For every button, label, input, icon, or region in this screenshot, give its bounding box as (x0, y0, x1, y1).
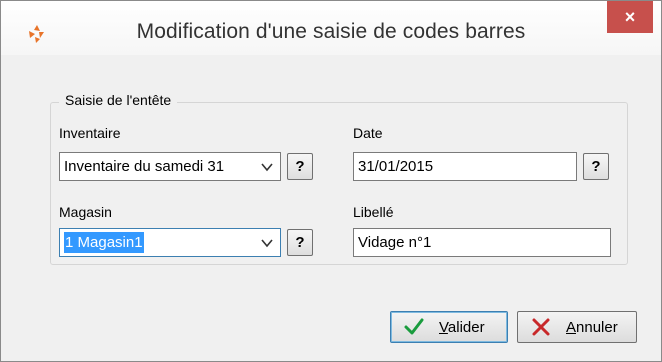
annuler-label: Annuler (566, 318, 618, 336)
groupbox-label: Saisie de l'entête (59, 92, 178, 108)
libelle-value: Vidage n°1 (358, 234, 432, 251)
close-button[interactable]: × (607, 1, 653, 33)
magasin-select[interactable]: 1 Magasin1 (59, 228, 281, 257)
inventaire-help-button[interactable]: ? (287, 153, 313, 180)
close-icon: × (624, 6, 636, 27)
valider-button[interactable]: Valider (390, 311, 508, 343)
inventaire-value: Inventaire du samedi 31 (64, 158, 225, 175)
dialog-window: Modification d'une saisie de codes barre… (0, 0, 662, 362)
magasin-value: 1 Magasin1 (64, 232, 144, 253)
inventaire-label: Inventaire (59, 125, 121, 141)
chevron-down-icon (261, 239, 273, 248)
annuler-button[interactable]: Annuler (517, 311, 637, 343)
title-bar[interactable]: Modification d'une saisie de codes barre… (1, 1, 661, 55)
magasin-help-button[interactable]: ? (287, 229, 313, 256)
check-icon (404, 318, 424, 335)
date-field[interactable]: 31/01/2015 (353, 152, 577, 181)
chevron-down-icon (261, 163, 273, 172)
date-label: Date (353, 125, 383, 141)
inventaire-select[interactable]: Inventaire du samedi 31 (59, 152, 281, 181)
window-title: Modification d'une saisie de codes barre… (136, 20, 526, 43)
date-value: 31/01/2015 (358, 158, 434, 175)
magasin-label: Magasin (59, 204, 112, 220)
libelle-field[interactable]: Vidage n°1 (353, 228, 611, 257)
libelle-label: Libellé (353, 204, 394, 220)
valider-label: Valider (439, 318, 485, 336)
date-help-button[interactable]: ? (583, 153, 609, 180)
cross-icon (532, 318, 550, 336)
